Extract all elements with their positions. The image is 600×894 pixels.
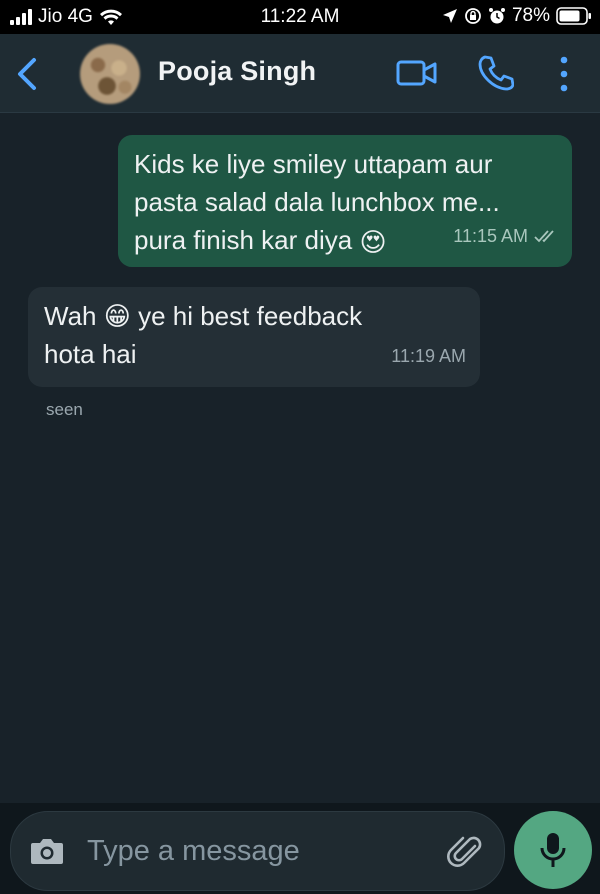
message-word: Wah (44, 301, 97, 331)
battery-icon (556, 7, 591, 25)
camera-icon[interactable] (29, 836, 65, 866)
status-right: 78% (442, 5, 592, 27)
rotation-lock-icon (465, 8, 481, 24)
microphone-icon (540, 833, 566, 867)
message-input[interactable] (85, 828, 439, 874)
outgoing-message[interactable]: Kids ke liye smiley uttapam aur pasta sa… (118, 135, 572, 267)
back-chevron-icon[interactable] (10, 54, 46, 94)
message-word: ye hi best feedback (138, 301, 363, 331)
location-arrow-icon (442, 9, 457, 23)
battery-percent: 78% (511, 5, 550, 26)
message-composer (0, 803, 600, 894)
seen-label: seen (46, 400, 83, 419)
grinning-emoji: 😁 (103, 301, 131, 331)
heart-eyes-emoji: 😍 (359, 227, 387, 258)
message-input-box[interactable] (10, 811, 505, 891)
chat-area[interactable]: Kids ke liye smiley uttapam aur pasta sa… (0, 113, 600, 803)
contact-name[interactable]: Pooja Singh (158, 56, 316, 87)
message-line: pura finish kar diya (134, 225, 353, 255)
chat-header: Pooja Singh (0, 34, 600, 113)
message-meta: 11:15 AM (453, 217, 558, 255)
message-line-first: Wah 😁 ye hi best feedback (44, 297, 464, 335)
incoming-message[interactable]: Wah 😁 ye hi best feedback hota hai 11:19… (28, 287, 480, 387)
message-time: 11:15 AM (453, 226, 528, 246)
message-line: pasta salad dala lunchbox me... (134, 187, 500, 217)
status-bar: Jio 4G 11:22 AM 78% (0, 0, 600, 34)
message-line: Kids ke liye smiley uttapam aur (134, 149, 493, 179)
double-check-icon (534, 230, 554, 243)
phone-icon[interactable] (476, 54, 514, 92)
mic-button[interactable] (514, 811, 592, 889)
paperclip-icon[interactable] (447, 832, 487, 872)
more-options-icon[interactable] (556, 54, 572, 94)
contact-avatar[interactable] (80, 44, 140, 104)
message-time: 11:19 AM (391, 346, 466, 366)
alarm-icon (488, 8, 505, 24)
video-call-icon[interactable] (396, 58, 438, 88)
